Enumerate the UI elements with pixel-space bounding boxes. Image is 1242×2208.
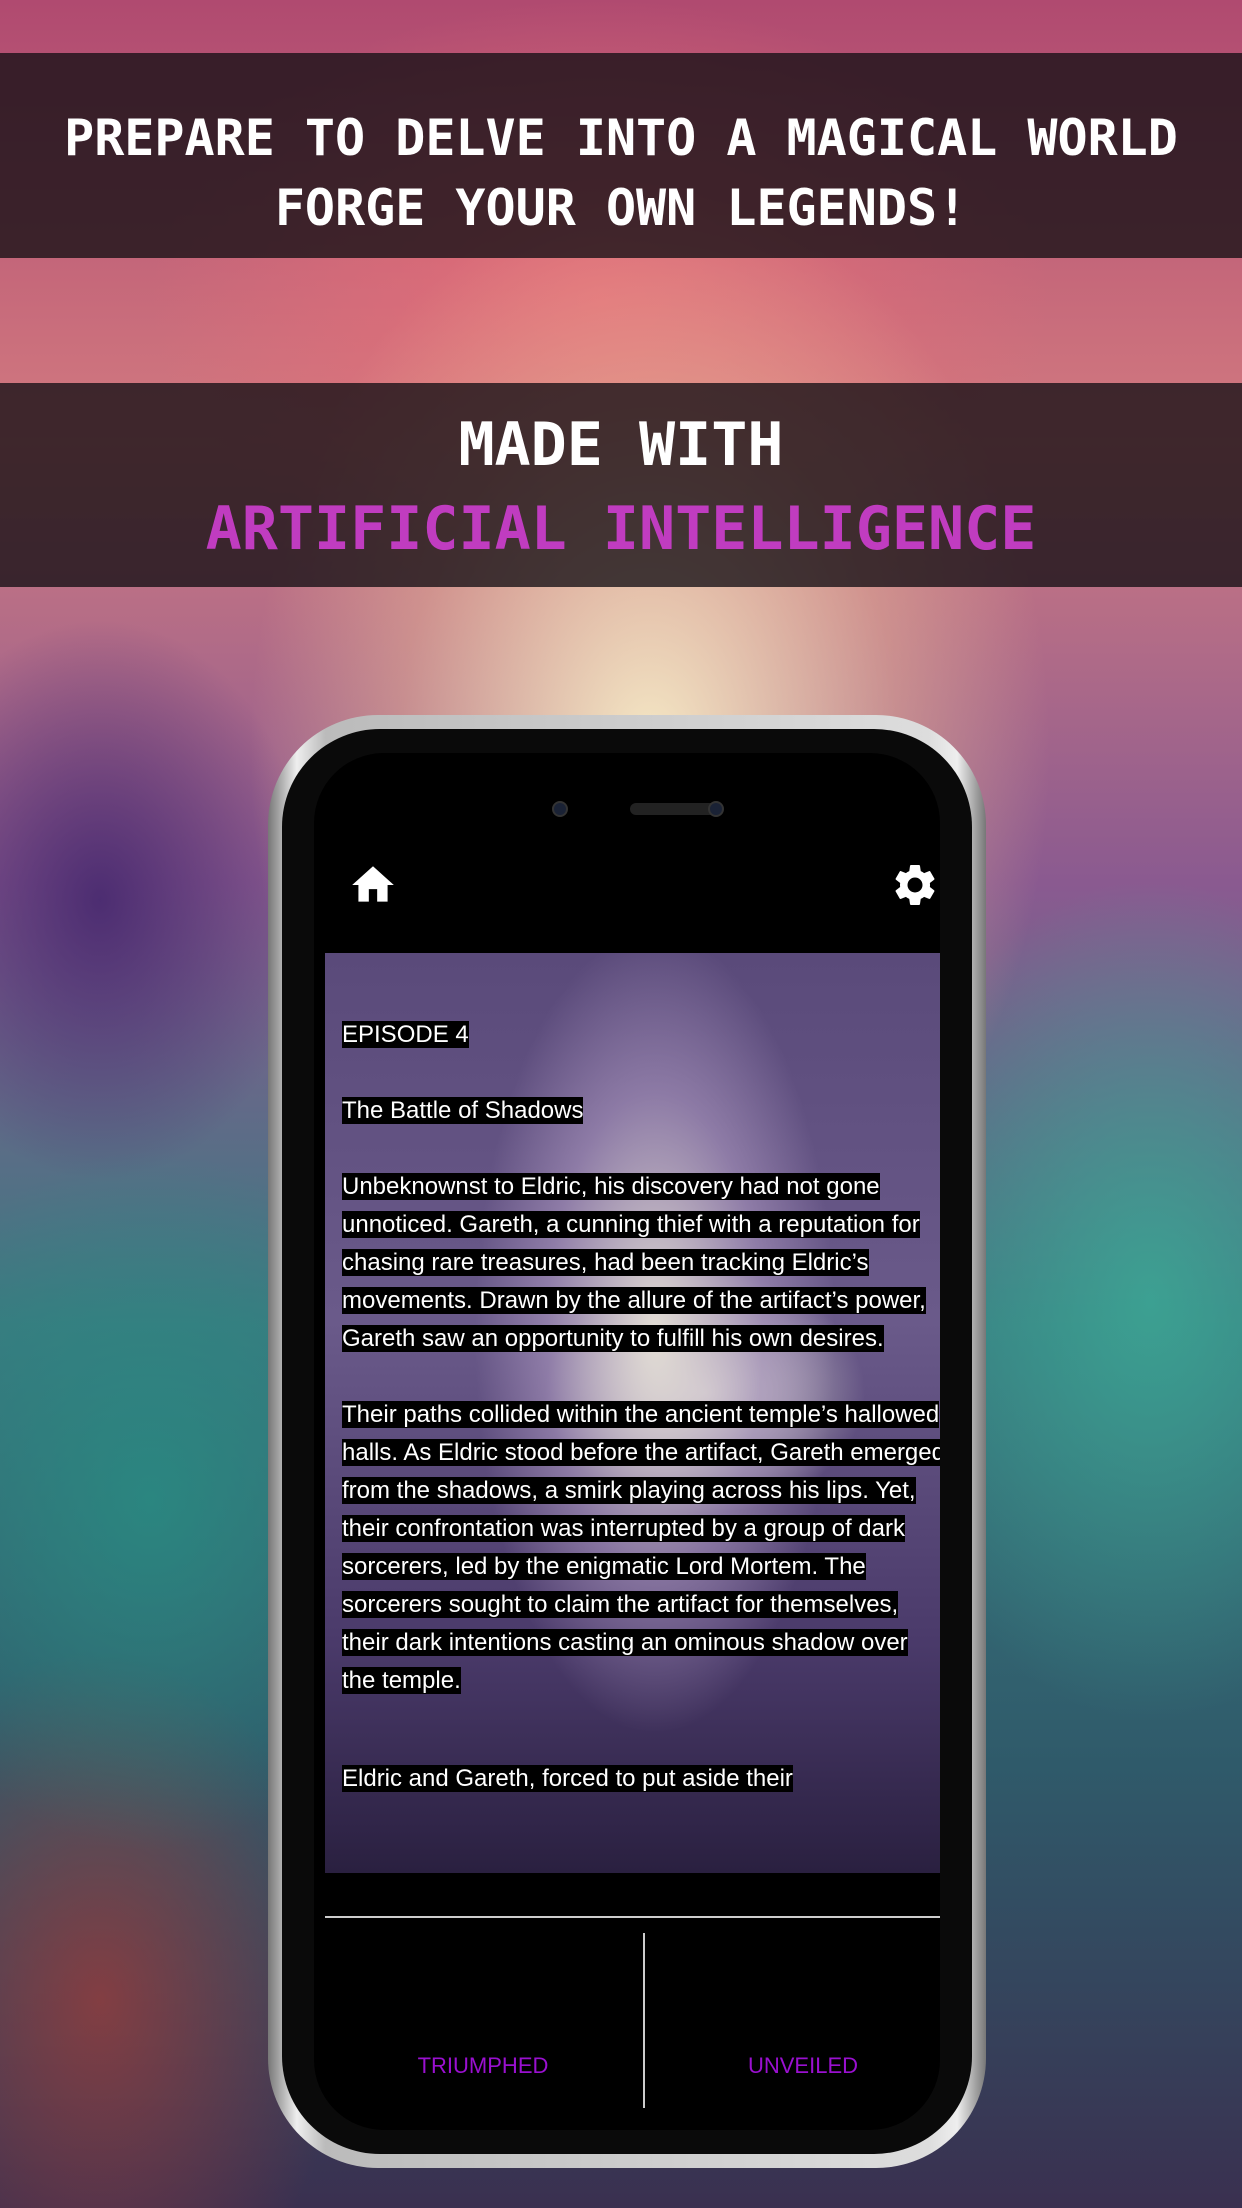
camera-icon: [708, 801, 724, 817]
ai-banner: MADE WITH ARTIFICIAL INTELLIGENCE: [0, 383, 1242, 587]
divider: [325, 1916, 940, 1918]
tagline-line-1: PREPARE TO DELVE INTO A MAGICAL WORLD: [64, 109, 1178, 167]
ai-banner-line-2: ARTIFICIAL INTELLIGENCE: [205, 494, 1037, 564]
home-icon[interactable]: [348, 860, 398, 910]
choice-label: TRIUMPHED: [417, 2052, 549, 2078]
episode-title: The Battle of Shadows: [342, 1097, 584, 1124]
gear-icon[interactable]: [890, 860, 940, 910]
story-panel[interactable]: EPISODE 4 The Battle of Shadows Unbeknow…: [325, 953, 940, 1873]
speaker-grille: [630, 803, 720, 815]
tagline-banner: PREPARE TO DELVE INTO A MAGICAL WORLD FO…: [0, 53, 1242, 258]
story-paragraph: Their paths collided within the ancient …: [342, 1401, 940, 1694]
tagline-line-2: FORGE YOUR OWN LEGENDS!: [274, 179, 968, 237]
story-paragraph: Unbeknownst to Eldric, his discovery had…: [342, 1173, 926, 1352]
episode-label: EPISODE 4: [342, 1021, 469, 1048]
app-screen: EPISODE 4 The Battle of Shadows Unbeknow…: [314, 753, 940, 2130]
choice-button-unveiled[interactable]: UNVEILED: [645, 1933, 940, 2108]
story-paragraph: Eldric and Gareth, forced to put aside t…: [342, 1765, 793, 1792]
ai-banner-line-1: MADE WITH: [458, 410, 784, 480]
choice-button-triumphed[interactable]: TRIUMPHED: [325, 1933, 641, 2108]
phone-mockup: EPISODE 4 The Battle of Shadows Unbeknow…: [268, 715, 986, 2168]
choice-label: UNVEILED: [747, 2052, 859, 2078]
sensor-icon: [552, 801, 568, 817]
